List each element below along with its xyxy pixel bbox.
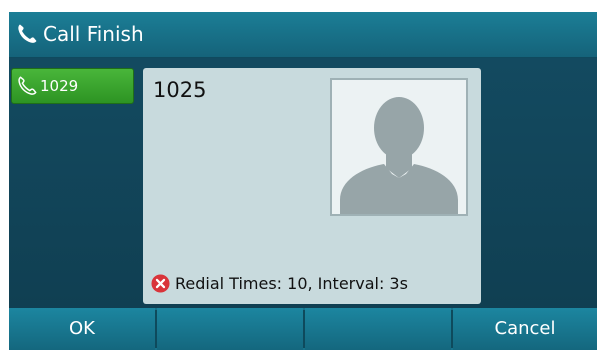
softkey-3[interactable] [305,308,451,350]
caller-number: 1025 [153,78,207,102]
contact-silhouette-icon [330,78,468,216]
phone-icon [18,76,37,95]
line-key-1029[interactable]: 1029 [11,68,134,104]
ok-softkey[interactable]: OK [9,308,155,350]
phone-screen: Call Finish 1029 1025 Redial Times: 10, … [9,12,597,350]
page-title: Call Finish [43,22,144,46]
softkey-bar: OK Cancel [9,308,597,350]
cancel-softkey[interactable]: Cancel [453,308,597,350]
call-area: 1029 1025 Redial Times: 10, Interval: 3s [9,58,597,308]
redial-status-text: Redial Times: 10, Interval: 3s [175,274,408,293]
title-bar: Call Finish [9,12,597,58]
error-x-icon [151,274,170,293]
call-card: 1025 Redial Times: 10, Interval: 3s [143,68,481,304]
softkey-2[interactable] [157,308,303,350]
phone-icon [18,24,37,43]
line-key-label: 1029 [40,77,79,95]
